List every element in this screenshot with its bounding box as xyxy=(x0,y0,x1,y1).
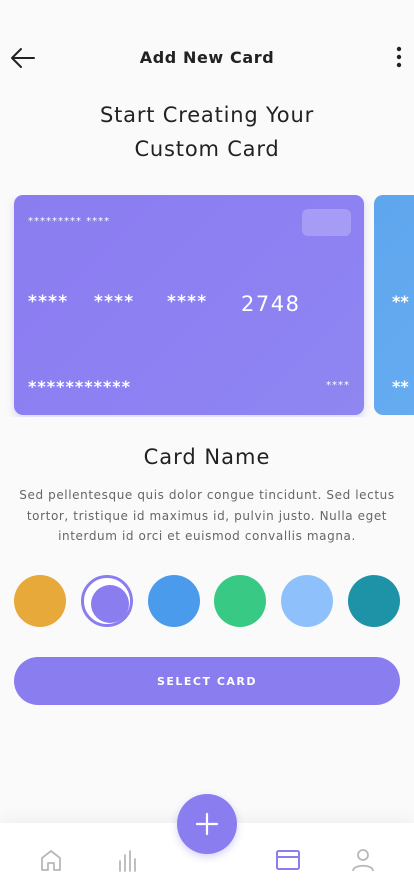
hero-heading-line1: Start Creating Your xyxy=(99,103,314,127)
nav-home[interactable] xyxy=(38,847,64,873)
card-last-four: 2748 xyxy=(241,292,301,316)
next-card-holder-mask: ** xyxy=(392,377,409,396)
card-preview[interactable]: ********* **** **** **** **** 2748 *****… xyxy=(14,195,364,415)
hero-heading: Start Creating Your Custom Card xyxy=(40,98,374,166)
card-number-group-3: **** xyxy=(167,292,208,312)
nav-profile[interactable] xyxy=(350,847,376,873)
more-options-button[interactable] xyxy=(392,44,406,72)
card-name-heading: Card Name xyxy=(143,445,271,469)
hero-heading-line2: Custom Card xyxy=(134,137,280,161)
color-swatch-row xyxy=(14,575,400,627)
card-description-line3: interdum id orci et euismod convallis ma… xyxy=(58,529,356,543)
card-holder-mask: *********** xyxy=(28,377,132,396)
page-title: Add New Card xyxy=(139,48,275,67)
color-swatch[interactable] xyxy=(14,575,66,627)
card-description-line1: Sed pellentesque quis dolor congue tinci… xyxy=(19,488,395,502)
select-card-button[interactable]: SELECT CARD xyxy=(14,657,400,705)
color-swatch[interactable] xyxy=(348,575,400,627)
card-preview-next[interactable]: ** ** xyxy=(374,195,414,415)
card-number-group-2: **** xyxy=(94,292,135,312)
card-description-line2: tortor, tristique id maximus id, pulvin … xyxy=(26,508,388,523)
color-swatch[interactable] xyxy=(148,575,200,627)
home-icon xyxy=(41,850,61,871)
add-button[interactable] xyxy=(177,794,237,854)
color-swatch[interactable] xyxy=(214,575,266,627)
card-chip xyxy=(302,209,351,236)
nav-stats[interactable] xyxy=(115,847,141,873)
plus-icon xyxy=(195,812,219,836)
app-header: Add New Card xyxy=(0,38,414,78)
color-swatch[interactable] xyxy=(281,575,333,627)
card-description: Sed pellentesque quis dolor congue tinci… xyxy=(12,485,402,547)
bar-chart-icon xyxy=(119,850,136,872)
card-number-group-1: **** xyxy=(28,292,69,312)
color-swatch[interactable] xyxy=(81,575,133,627)
card-expiry-mask: **** xyxy=(326,380,350,391)
nav-cards[interactable] xyxy=(275,847,301,873)
next-card-number-mask: ** xyxy=(392,292,409,311)
card-icon xyxy=(276,850,300,870)
user-icon xyxy=(352,849,374,872)
card-carousel[interactable]: ********* **** **** **** **** 2748 *****… xyxy=(0,195,414,417)
more-vertical-icon xyxy=(396,46,402,68)
card-top-mask: ********* **** xyxy=(28,216,111,227)
